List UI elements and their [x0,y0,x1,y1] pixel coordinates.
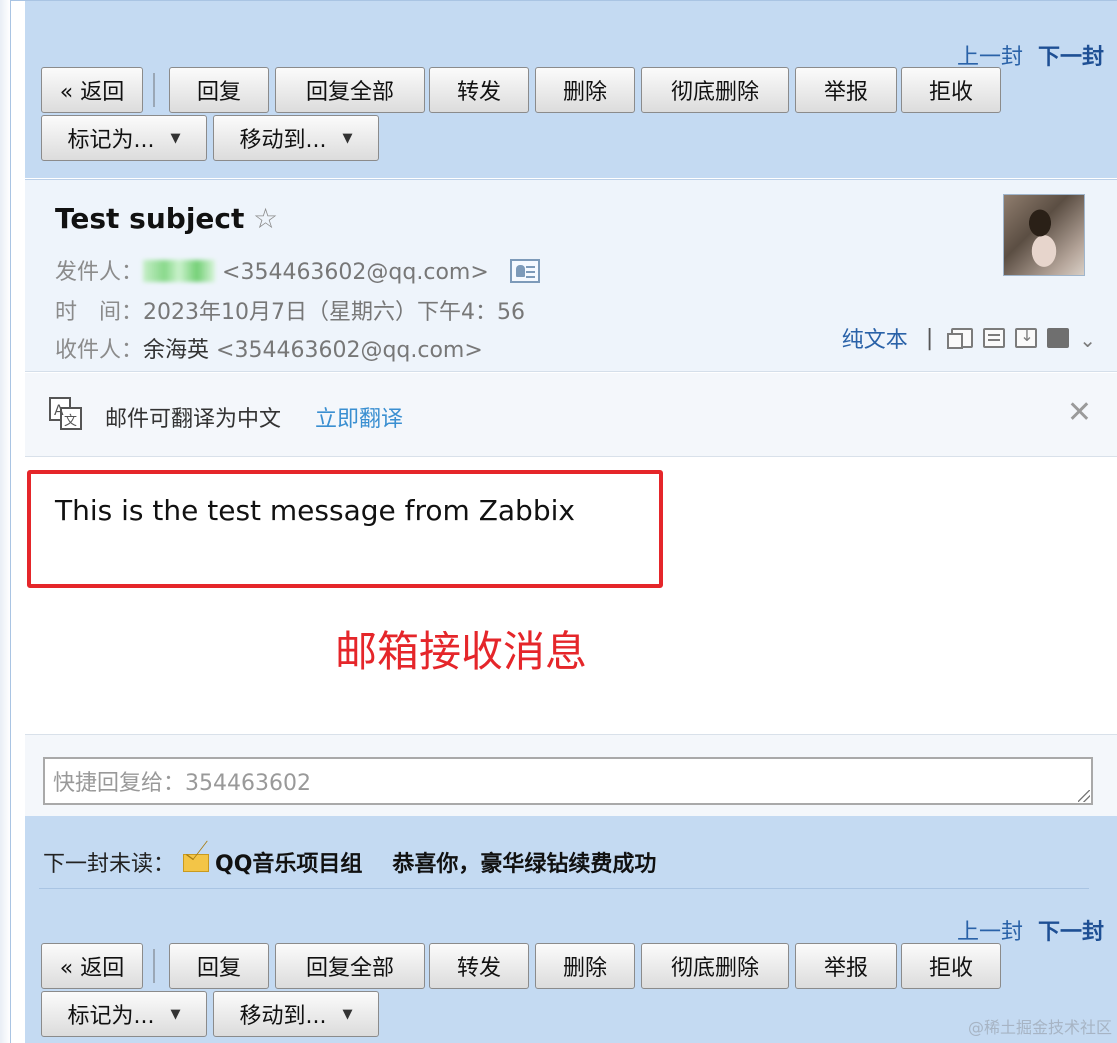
sender-name-redacted [143,260,216,282]
reply-all-button[interactable]: 回复全部 [275,67,425,113]
reply-all-button[interactable]: 回复全部 [275,943,425,989]
mail-subject: Test subject [55,202,245,235]
close-icon[interactable]: ✕ [1067,395,1092,430]
delete-button[interactable]: 删除 [535,943,635,989]
to-email[interactable]: <354463602@qq.com> [216,338,483,363]
move-to-dropdown[interactable]: 移动到... ▼ [213,991,379,1037]
toolbar-bottom: 下一封未读： QQ音乐项目组 恭喜你，豪华绿钻续费成功 上一封 下一封 « 返回 回… [25,816,1117,1043]
toolbar-separator [153,73,155,107]
move-to-label: 移动到... [239,1004,327,1029]
quick-reply-input[interactable]: 快捷回复给：354463602 [43,757,1093,805]
highlight-box [27,470,663,588]
view-tools: 纯文本 | ⌄ [842,322,1096,354]
next-mail-link[interactable]: 下一封 [1038,45,1104,70]
to-name[interactable]: 余海英 [143,338,209,363]
caret-down-icon: ▼ [170,1006,181,1022]
translate-prompt: 邮件可翻译为中文 [105,407,282,432]
resize-grip-icon[interactable] [1078,790,1090,802]
reject-button[interactable]: 拒收 [901,67,1001,113]
note-icon[interactable] [983,328,1006,348]
print-icon[interactable] [1047,328,1070,348]
report-button[interactable]: 举报 [795,67,897,113]
caret-down-icon: ▼ [342,1006,353,1022]
to-label: 收件人： [55,338,144,363]
time-label: 时 间： [55,300,144,325]
translate-icon: A 文 [49,397,82,430]
mark-as-dropdown[interactable]: 标记为... ▼ [41,991,207,1037]
mark-as-label: 标记为... [67,128,155,153]
mail-header: Test subject ☆ 发件人： <354463602@qq.com> 时… [25,179,1117,372]
to-row: 收件人：余海英 <354463602@qq.com> [55,332,483,364]
next-unread-label: 下一封未读： [43,852,176,877]
svg-text:文: 文 [64,414,77,429]
report-button[interactable]: 举报 [795,943,897,989]
translate-now-link[interactable]: 立即翻译 [315,401,403,433]
toolbar-top: 上一封 下一封 « 返回 回复 回复全部 转发 删除 彻底删除 举报 拒收 标记… [25,1,1117,178]
forward-button[interactable]: 转发 [429,67,529,113]
window-edge [0,0,10,1043]
message-text: This is the test message from Zabbix [55,494,575,527]
new-window-icon[interactable] [947,328,974,349]
from-row: 发件人： <354463602@qq.com> [55,254,540,286]
next-unread: 下一封未读： QQ音乐项目组 恭喜你，豪华绿钻续费成功 [43,846,656,878]
envelope-icon [183,854,210,872]
move-to-label: 移动到... [239,128,327,153]
annotation-label: 邮箱接收消息 [335,627,588,676]
back-button[interactable]: « 返回 [41,943,143,989]
svg-text:A: A [54,403,64,419]
reply-button[interactable]: 回复 [169,943,269,989]
back-button[interactable]: « 返回 [41,67,143,113]
tools-separator: | [925,325,934,351]
download-icon[interactable] [1015,326,1038,348]
toolbar-separator [153,949,155,983]
mail-body: This is the test message from Zabbix 邮箱接… [25,458,1117,733]
mail-nav: 上一封 下一封 [957,914,1104,946]
delete-permanent-button[interactable]: 彻底删除 [641,943,789,989]
chevron-down-icon[interactable]: ⌄ [1079,328,1096,352]
time-row: 时 间：2023年10月7日（星期六）下午4：56 [55,294,525,326]
prev-mail-link[interactable]: 上一封 [957,920,1023,945]
quick-reply-panel: 快捷回复给：354463602 [25,734,1117,816]
mail-view: 上一封 下一封 « 返回 回复 回复全部 转发 删除 彻底删除 举报 拒收 标记… [10,0,1117,1043]
delete-permanent-button[interactable]: 彻底删除 [641,67,789,113]
mark-as-dropdown[interactable]: 标记为... ▼ [41,115,207,161]
forward-button[interactable]: 转发 [429,943,529,989]
next-mail-link[interactable]: 下一封 [1038,920,1104,945]
caret-down-icon: ▼ [170,130,181,146]
from-label: 发件人： [55,260,144,285]
delete-button[interactable]: 删除 [535,67,635,113]
contact-card-icon[interactable] [509,259,540,283]
reply-button[interactable]: 回复 [169,67,269,113]
reject-button[interactable]: 拒收 [901,943,1001,989]
plain-text-link[interactable]: 纯文本 [842,322,908,354]
time-value: 2023年10月7日（星期六）下午4：56 [143,300,525,325]
avatar[interactable] [1003,194,1085,276]
translate-bar: A 文 邮件可翻译为中文 立即翻译 ✕ [25,373,1117,457]
from-email[interactable]: <354463602@qq.com> [222,260,489,285]
next-unread-subject[interactable]: 恭喜你，豪华绿钻续费成功 [392,852,656,877]
move-to-dropdown[interactable]: 移动到... ▼ [213,115,379,161]
watermark: @稀土掘金技术社区 [967,1018,1112,1037]
divider [39,888,1089,889]
caret-down-icon: ▼ [342,130,353,146]
mark-as-label: 标记为... [67,1004,155,1029]
star-icon[interactable]: ☆ [253,202,278,235]
next-unread-from[interactable]: QQ音乐项目组 [215,852,362,877]
